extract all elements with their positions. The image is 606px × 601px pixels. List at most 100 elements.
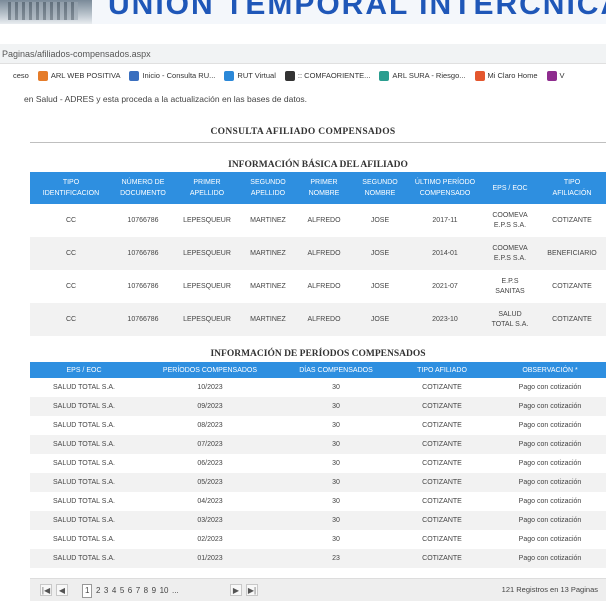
cell-line: MARTINEZ [250,282,286,290]
table-row: SALUD TOTAL S.A. 03/2023 30 COTIZANTE Pago c… [30,511,606,530]
page-number-link[interactable]: 3 [104,585,108,597]
column-header: TIPO IDENTIFICACION [30,172,112,204]
bookmark-icon [224,71,235,82]
page-number-link[interactable]: ... [172,585,179,597]
table-cell: SALUD TOTAL S.A. [30,397,138,416]
bookmark-item[interactable]: Inicio - Consulta RU... [129,66,215,86]
table-cell: 03/2023 [138,511,282,530]
column-header: TIPO AFILIADO [390,362,494,378]
cell-line: E.P.S S.A. [493,221,527,229]
cell-line: ALFREDO [307,282,341,290]
header-line: NÚMERO DE [121,179,165,186]
cell-line: JOSE [370,282,390,290]
table-row: CC 10766786 LEPESQUEUR MARTINEZ ALFREDO JOSE 2… [30,237,606,270]
address-bar[interactable]: Paginas/afiliados-compensados.aspx [0,44,606,64]
table-cell: COTIZANTE [390,454,494,473]
bookmark-item[interactable]: RUT Virtual [224,66,276,86]
cell-line: 10766786 [127,216,159,224]
table-cell: SALUD TOTAL S.A. [30,530,138,549]
table-cell: 02/2023 [138,530,282,549]
bookmark-label: RUT Virtual [237,71,276,80]
page-number-link[interactable]: 8 [144,585,148,597]
bookmark-label: :: COMFAORIENTE... [297,71,371,80]
cell-line: BENEFICIARIO [547,249,597,257]
page-number-link[interactable]: 9 [152,585,156,597]
column-header: OBSERVACIÓN * [494,362,606,378]
page-number-link[interactable]: 4 [112,585,116,597]
table-cell: COTIZANTE [390,416,494,435]
records-count: 121 Registros en 13 Paginas [501,585,598,594]
table-cell: 30 [282,473,390,492]
page-number-link[interactable]: 1 [82,584,93,598]
table-cell: 2023-10 [408,303,482,336]
table-cell: LEPESQUEUR [174,270,240,303]
periods-title: INFORMACIÓN DE PERÍODOS COMPENSADOS [210,349,426,359]
building-logo [0,0,92,24]
bookmark-item[interactable]: V [546,66,565,86]
table-row: SALUD TOTAL S.A. 05/2023 30 COTIZANTE Pago c… [30,473,606,492]
bookmark-item[interactable]: Mi Claro Home [474,66,538,86]
bookmark-icon [379,71,390,82]
table-cell: 30 [282,511,390,530]
table-cell: SALUD TOTAL S.A. [30,435,138,454]
table-cell: SALUD TOTAL S.A. [30,416,138,435]
table-cell: 05/2023 [138,473,282,492]
bookmarks-bar: ceso ARL WEB POSITIVA Inicio - Consulta RU… [0,66,606,86]
next-page-button[interactable]: ▶ [230,584,242,596]
bookmark-label: ARL SURA - Riesgo... [392,71,466,80]
cell-line: LEPESQUEUR [183,315,231,323]
page-number-link[interactable]: 7 [136,585,140,597]
header-line: NOMBRE [364,190,396,197]
table-cell: 30 [282,492,390,511]
page-number-link[interactable]: 6 [128,585,132,597]
table-cell: JOSE [352,204,408,237]
table-cell: SALUD TOTAL S.A. [30,454,138,473]
table-cell: ALFREDO [296,303,352,336]
page-number-link[interactable]: 5 [120,585,124,597]
table-cell: MARTINEZ [240,303,296,336]
column-header: PRIMER APELLIDO [174,172,240,204]
table-cell: 10766786 [112,204,174,237]
basic-info-title: INFORMACIÓN BÁSICA DEL AFILIADO [228,160,408,170]
table-cell: Pago con cotización [494,397,606,416]
header-line: TIPO [62,179,80,186]
table-cell: COTIZANTE [390,473,494,492]
first-page-button[interactable]: |◀ [40,584,52,596]
cell-line: 2023-10 [432,315,458,323]
periods-table: EPS / EOC PERÍODOS COMPENSADOS DÍAS COMPEN… [30,362,606,568]
header-line: DOCUMENTO [120,190,166,197]
table-cell: 04/2023 [138,492,282,511]
header-line: PRIMER [310,179,338,186]
prev-page-button[interactable]: ◀ [56,584,68,596]
table-cell: COOMEVA E.P.S S.A. [482,204,538,237]
cell-line: CC [65,315,77,323]
bookmark-item[interactable]: ARL WEB POSITIVA [37,66,121,86]
table-cell: 08/2023 [138,416,282,435]
table-cell: COTIZANTE [390,435,494,454]
header-line: APELLIDO [250,190,286,197]
bookmark-item[interactable]: ARL SURA - Riesgo... [379,66,466,86]
table-cell: 07/2023 [138,435,282,454]
cell-line: 2014-01 [432,249,458,257]
table-cell: JOSE [352,237,408,270]
bookmark-label: ARL WEB POSITIVA [50,71,121,80]
column-header: DÍAS COMPENSADOS [282,362,390,378]
page-number-link[interactable]: 10 [160,585,169,597]
table-cell: MARTINEZ [240,270,296,303]
column-header: PRIMER NOMBRE [296,172,352,204]
header-line: SEGUNDO [250,179,286,186]
table-cell: 30 [282,435,390,454]
cell-line: ALFREDO [307,216,341,224]
last-page-button[interactable]: ▶| [246,584,258,596]
table-cell: Pago con cotización [494,511,606,530]
banner-title: UNIÓN TEMPORAL INTERCNICATATOMBO [108,0,606,21]
bookmark-item[interactable]: :: COMFAORIENTE... [284,66,371,86]
column-header: PERÍODOS COMPENSADOS [138,362,282,378]
bookmark-icon [546,71,557,82]
header-line: TIPO [563,179,581,186]
table-cell: 06/2023 [138,454,282,473]
page-number-link[interactable]: 2 [96,585,100,597]
bookmark-item[interactable]: ceso [0,66,29,86]
table-cell: 10766786 [112,303,174,336]
table-cell: 30 [282,416,390,435]
